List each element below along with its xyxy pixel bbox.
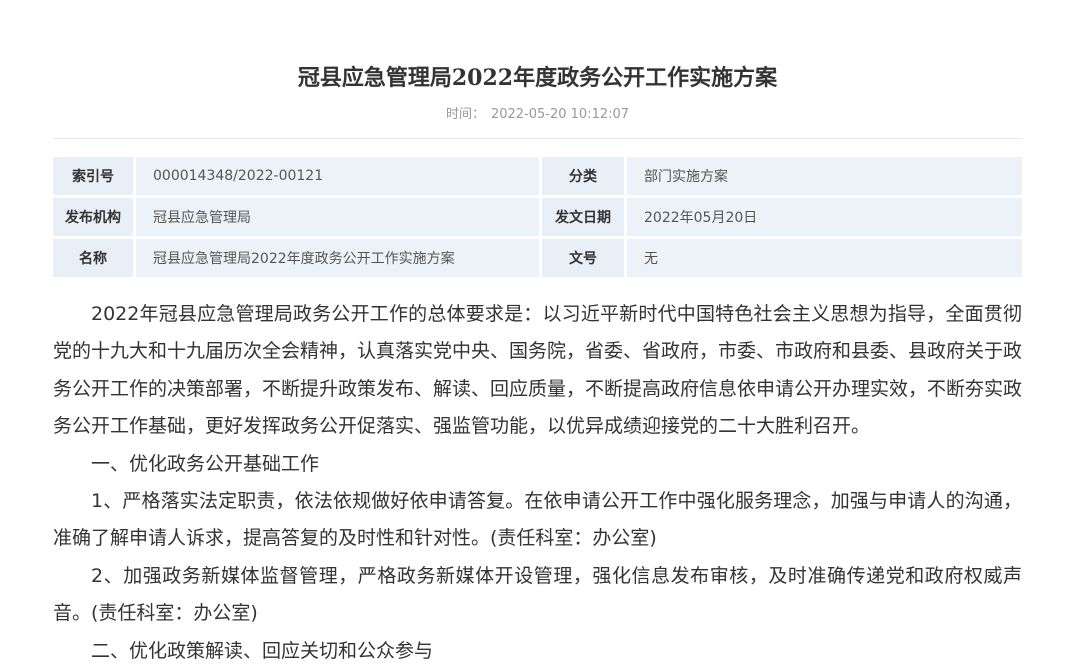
info-key-category: 分类: [542, 157, 624, 198]
info-table: 索引号 000014348/2022-00121 分类 部门实施方案 发布机构 …: [53, 157, 1022, 280]
info-value-issue-date: 2022年05月20日: [627, 198, 1022, 239]
info-value-name: 冠县应急管理局2022年度政务公开工作实施方案: [136, 239, 539, 280]
info-key-publisher: 发布机构: [53, 198, 133, 239]
publish-time-value: 2022-05-20 10:12:07: [490, 107, 630, 122]
info-key-issue-date: 发文日期: [542, 198, 624, 239]
title-divider: [53, 138, 1022, 139]
section-heading: 二、优化政策解读、回应关切和公众参与: [91, 639, 434, 662]
document-page: 冠县应急管理局2022年度政务公开工作实施方案 时间： 2022-05-20 10…: [0, 0, 1075, 662]
publish-time: 时间： 2022-05-20 10:12:07: [0, 103, 1075, 122]
body-paragraph: 2、加强政务新媒体监督管理，严格政务新媒体开设管理，强化信息发布审核，及时准确传…: [53, 564, 1022, 625]
info-value-index-number: 000014348/2022-00121: [136, 157, 539, 198]
info-value-doc-number: 无: [627, 239, 1022, 280]
info-value-publisher: 冠县应急管理局: [136, 198, 539, 239]
info-row: 发布机构 冠县应急管理局 发文日期 2022年05月20日: [53, 198, 1022, 239]
body-paragraph: 1、严格落实法定职责，依法依规做好依申请答复。在依申请公开工作中强化服务理念，加…: [53, 490, 1022, 550]
section-heading: 一、优化政务公开基础工作: [91, 452, 320, 475]
info-row: 名称 冠县应急管理局2022年度政务公开工作实施方案 文号 无: [53, 239, 1022, 280]
article-body: 2022年冠县应急管理局政务公开工作的总体要求是：以习近平新时代中国特色社会主义…: [53, 296, 1022, 670]
info-key-index-number: 索引号: [53, 157, 133, 198]
info-row: 索引号 000014348/2022-00121 分类 部门实施方案: [53, 157, 1022, 198]
page-title: 冠县应急管理局2022年度政务公开工作实施方案: [297, 65, 778, 91]
publish-time-label: 时间：: [445, 107, 485, 122]
body-paragraph: 2022年冠县应急管理局政务公开工作的总体要求是：以习近平新时代中国特色社会主义…: [53, 303, 1023, 438]
info-value-category: 部门实施方案: [627, 157, 1022, 198]
info-key-doc-number: 文号: [542, 239, 624, 280]
info-key-name: 名称: [53, 239, 133, 280]
